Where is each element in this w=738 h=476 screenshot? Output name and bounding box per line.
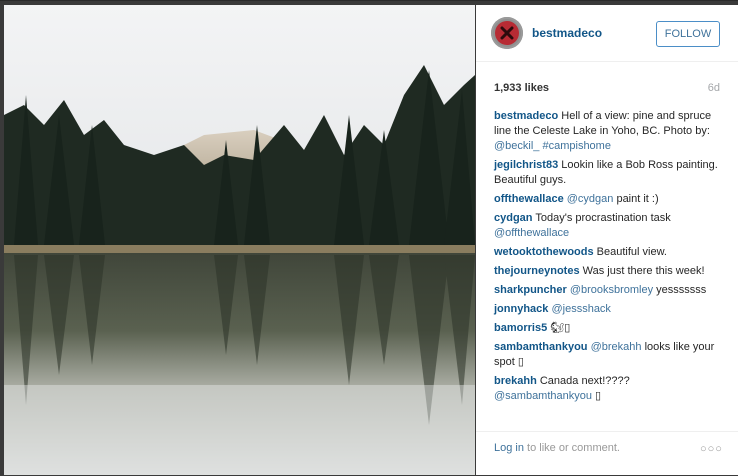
comment-username[interactable]: brekahh (494, 375, 537, 387)
comment-username[interactable]: sharkpuncher (494, 284, 567, 296)
comment-text: Was just there this week! (582, 265, 705, 277)
comment-text: yesssssss (653, 284, 707, 296)
comment-username[interactable]: wetooktothewoods (494, 246, 594, 258)
post-footer: Log in to like or comment. ○○○ (476, 431, 738, 476)
more-options-icon[interactable]: ○○○ (700, 443, 723, 455)
avatar[interactable] (491, 17, 523, 49)
login-prompt: Log in to like or comment. (494, 442, 620, 454)
instagram-post-window: bestmadeco FOLLOW 1,933 likes 6d bestmad… (0, 0, 738, 475)
comments-list: bestmadeco Hell of a view: pine and spru… (494, 109, 720, 408)
comment-mention-link[interactable]: @sambamthankyou (494, 390, 592, 402)
login-prompt-text: to like or comment. (523, 442, 620, 454)
comment-text: 🐿▯ (550, 322, 571, 334)
x-logo-icon (500, 26, 514, 40)
lake-forest-image (4, 5, 475, 475)
comment-item: cydgan Today's procrastination task @off… (494, 211, 720, 241)
login-link[interactable]: Log in (494, 442, 524, 454)
post-age: 6d (707, 82, 720, 94)
comment-username[interactable]: thejourneynotes (494, 265, 580, 277)
comment-username[interactable]: bestmadeco (494, 110, 558, 122)
comment-item: sambamthankyou @brekahh looks like your … (494, 340, 720, 370)
comment-username[interactable]: jegilchrist83 (494, 159, 558, 171)
comment-mention-link[interactable]: @beckil_ (494, 140, 539, 152)
comment-item: jonnyhack @jessshack (494, 302, 720, 317)
comment-mention-link[interactable]: #campishome (542, 140, 610, 152)
comment-mention-link[interactable]: @cydgan (567, 193, 614, 205)
comment-mention-link[interactable]: @brooksbromley (570, 284, 653, 296)
comment-text: Canada next!???? (539, 375, 630, 387)
comment-username[interactable]: sambamthankyou (494, 341, 588, 353)
likes-count[interactable]: 1,933 likes (494, 82, 549, 94)
comment-item: bamorris5 🐿▯ (494, 321, 720, 336)
post-side-panel: bestmadeco FOLLOW 1,933 likes 6d bestmad… (476, 5, 738, 475)
comment-username[interactable]: bamorris5 (494, 322, 547, 334)
comment-username[interactable]: offthewallace (494, 193, 564, 205)
username[interactable]: bestmadeco (532, 26, 602, 40)
comment-username[interactable]: jonnyhack (494, 303, 548, 315)
comment-item: offthewallace @cydgan paint it :) (494, 192, 720, 207)
comment-username[interactable]: cydgan (494, 212, 533, 224)
comment-text: Beautiful view. (596, 246, 667, 258)
comment-item: thejourneynotes Was just there this week… (494, 264, 720, 279)
comment-mention-link[interactable]: @offthewallace (494, 227, 569, 239)
comment-item: jegilchrist83 Lookin like a Bob Ross pai… (494, 158, 720, 188)
comment-mention-link[interactable]: @brekahh (591, 341, 642, 353)
comment-text: Today's procrastination task (535, 212, 671, 224)
comment-item: wetooktothewoods Beautiful view. (494, 245, 720, 260)
comment-item: sharkpuncher @brooksbromley yesssssss (494, 283, 720, 298)
comment-mention-link[interactable]: @jessshack (551, 303, 610, 315)
comment-item: bestmadeco Hell of a view: pine and spru… (494, 109, 720, 154)
comment-text: paint it :) (613, 193, 659, 205)
post-stats: 1,933 likes 6d (494, 79, 720, 99)
comment-item: brekahh Canada next!???? @sambamthankyou… (494, 374, 720, 404)
post-header: bestmadeco FOLLOW (476, 5, 738, 62)
post-photo[interactable] (4, 5, 475, 475)
comment-text: ▯ (592, 390, 602, 402)
follow-button[interactable]: FOLLOW (656, 21, 720, 47)
